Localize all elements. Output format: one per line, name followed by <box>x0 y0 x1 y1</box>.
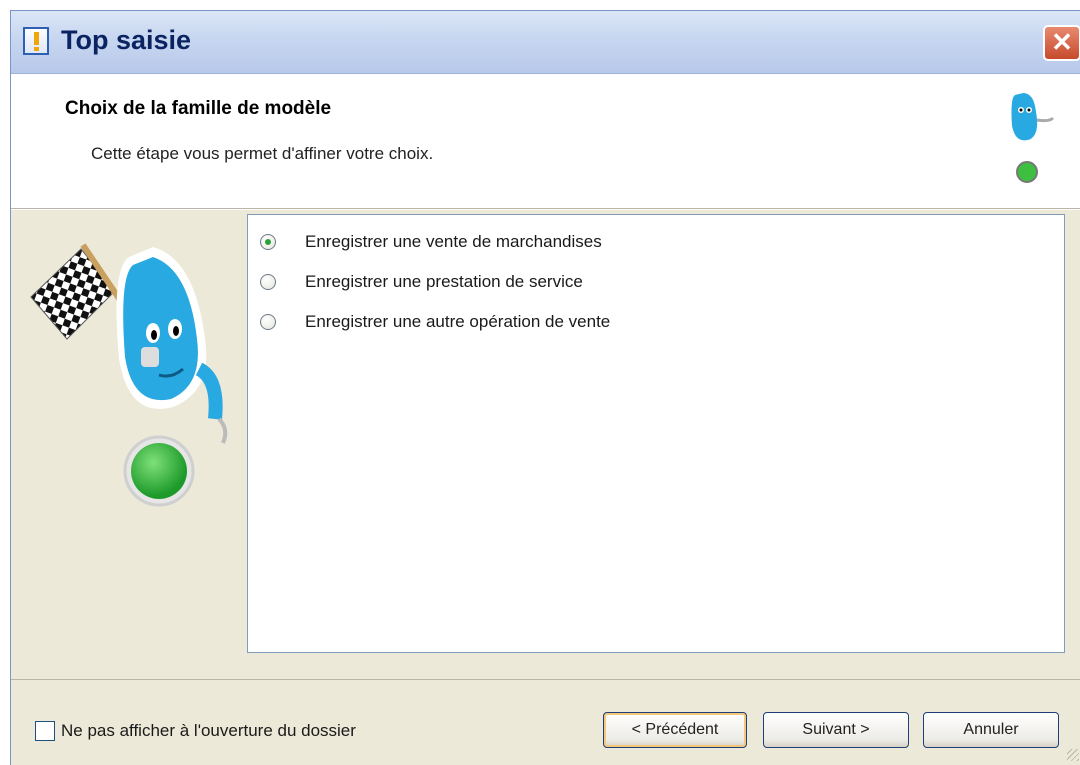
dont-show-option[interactable]: Ne pas afficher à l'ouverture du dossier <box>35 721 356 741</box>
mascot-icon <box>1009 90 1055 183</box>
option-label: Enregistrer une autre opération de vente <box>305 312 611 331</box>
option-prestation-service[interactable]: Enregistrer une prestation de service <box>258 268 583 296</box>
option-label: Enregistrer une vente de marchandises <box>305 232 602 251</box>
app-icon <box>23 27 49 55</box>
dont-show-checkbox[interactable] <box>35 721 55 741</box>
options-list: Enregistrer une vente de marchandises En… <box>247 214 1065 653</box>
radio-button[interactable] <box>260 314 276 330</box>
title-bar[interactable]: Top saisie ✕ <box>11 11 1080 74</box>
footer-divider <box>11 679 1080 680</box>
radio-button[interactable] <box>260 274 276 290</box>
option-label: Enregistrer une prestation de service <box>305 272 583 291</box>
header-divider <box>11 209 1080 210</box>
close-button[interactable]: ✕ <box>1043 25 1080 61</box>
next-button[interactable]: Suivant > <box>763 712 909 748</box>
cancel-button[interactable]: Annuler <box>923 712 1059 748</box>
option-autre-operation[interactable]: Enregistrer une autre opération de vente <box>258 308 610 336</box>
wizard-window: Top saisie ✕ Choix de la famille de modè… <box>10 10 1080 765</box>
mascot-flag-icon <box>30 243 228 507</box>
resize-grip[interactable] <box>1067 749 1079 761</box>
dont-show-label: Ne pas afficher à l'ouverture du dossier <box>61 721 356 740</box>
previous-button[interactable]: < Précédent <box>603 712 747 748</box>
radio-button[interactable] <box>260 234 276 250</box>
option-vente-marchandises[interactable]: Enregistrer une vente de marchandises <box>258 228 602 256</box>
wizard-header: Choix de la famille de modèle Cette étap… <box>11 74 1080 209</box>
step-title: Choix de la famille de modèle <box>65 98 332 119</box>
window-title: Top saisie <box>61 25 192 55</box>
step-subtitle: Cette étape vous permet d'affiner votre … <box>91 144 434 163</box>
